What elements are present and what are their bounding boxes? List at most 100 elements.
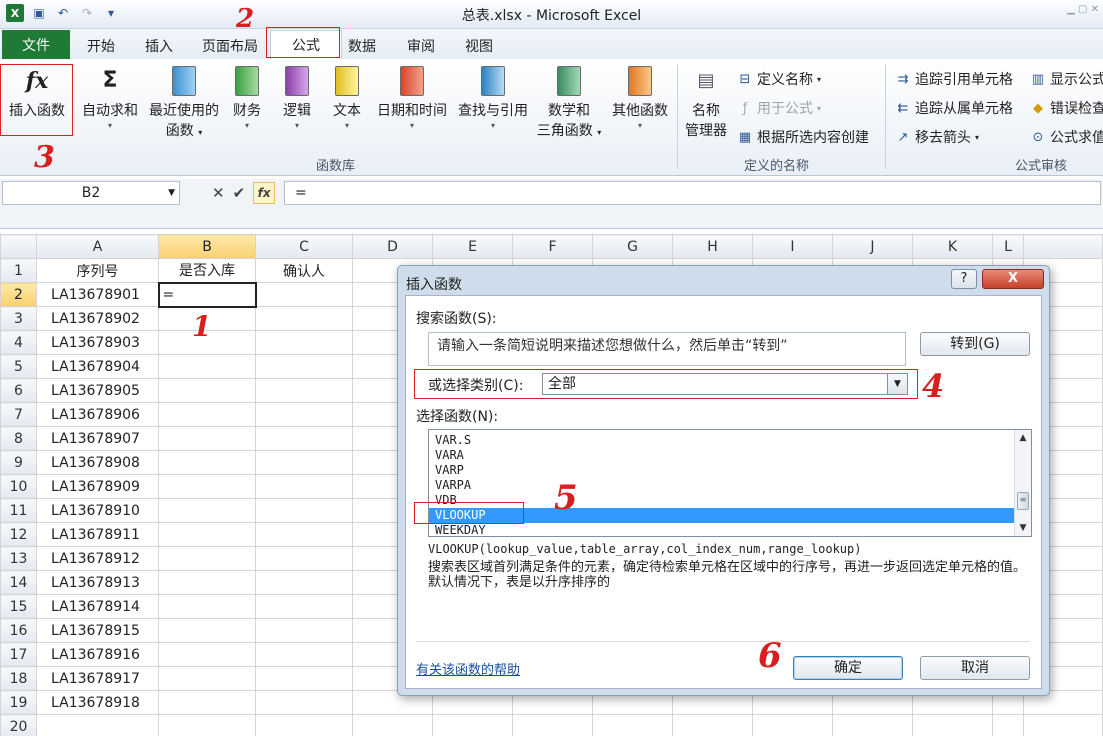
- formula-input[interactable]: =: [284, 181, 1101, 205]
- cell[interactable]: [158, 666, 256, 691]
- row-header[interactable]: 20: [0, 714, 37, 736]
- cell[interactable]: [158, 714, 256, 736]
- cell[interactable]: [255, 426, 353, 451]
- cell[interactable]: LA13678913: [36, 570, 159, 595]
- cell[interactable]: [158, 570, 256, 595]
- row-header[interactable]: 19: [0, 690, 37, 715]
- cell[interactable]: [992, 714, 1024, 736]
- cell[interactable]: [255, 666, 353, 691]
- recently-used-button[interactable]: 最近使用的 函数 ▾: [144, 65, 224, 143]
- logical-button[interactable]: 逻辑 ▾: [276, 65, 318, 131]
- confirm-icon[interactable]: ✔: [233, 184, 246, 202]
- cell[interactable]: [255, 306, 353, 331]
- use-in-formula-button[interactable]: ƒ 用于公式 ▾: [737, 98, 821, 118]
- cell[interactable]: LA13678905: [36, 378, 159, 403]
- function-help-link[interactable]: 有关该函数的帮助: [416, 659, 520, 678]
- column-header-i[interactable]: I: [752, 234, 833, 259]
- trace-dependents-button[interactable]: ⇇ 追踪从属单元格: [895, 98, 1013, 118]
- list-item[interactable]: WEEKDAY: [429, 523, 1031, 536]
- cell[interactable]: [255, 474, 353, 499]
- cell[interactable]: [255, 546, 353, 571]
- cell[interactable]: LA13678911: [36, 522, 159, 547]
- cell[interactable]: [158, 450, 256, 475]
- list-item[interactable]: VARP: [429, 463, 1031, 478]
- cell[interactable]: LA13678918: [36, 690, 159, 715]
- row-header[interactable]: 18: [0, 666, 37, 691]
- cell[interactable]: [255, 594, 353, 619]
- cell[interactable]: LA13678916: [36, 642, 159, 667]
- tab-page-layout[interactable]: 页面布局: [202, 36, 258, 56]
- row-header[interactable]: 9: [0, 450, 37, 475]
- column-header-d[interactable]: D: [352, 234, 433, 259]
- cell[interactable]: LA13678917: [36, 666, 159, 691]
- cell[interactable]: LA13678903: [36, 330, 159, 355]
- row-header[interactable]: 17: [0, 642, 37, 667]
- row-header[interactable]: 11: [0, 498, 37, 523]
- column-header-c[interactable]: C: [255, 234, 353, 259]
- math-trig-button[interactable]: 数学和 三角函数 ▾: [534, 65, 604, 143]
- cell[interactable]: [672, 714, 753, 736]
- cell[interactable]: [158, 426, 256, 451]
- autosum-button[interactable]: Σ 自动求和 ▾: [78, 65, 142, 131]
- cell[interactable]: LA13678912: [36, 546, 159, 571]
- cell[interactable]: [352, 714, 433, 736]
- cell[interactable]: [158, 354, 256, 379]
- row-header[interactable]: 12: [0, 522, 37, 547]
- column-header-e[interactable]: E: [432, 234, 513, 259]
- cell[interactable]: [512, 714, 593, 736]
- tab-file[interactable]: 文件: [2, 30, 70, 59]
- cell[interactable]: LA13678909: [36, 474, 159, 499]
- insert-function-fx-button[interactable]: fx: [253, 182, 276, 204]
- cell[interactable]: [832, 714, 913, 736]
- cancel-icon[interactable]: ✕: [212, 184, 225, 202]
- cell[interactable]: [158, 402, 256, 427]
- column-header-h[interactable]: H: [672, 234, 753, 259]
- cell[interactable]: [255, 354, 353, 379]
- cell[interactable]: [158, 546, 256, 571]
- cell[interactable]: [158, 474, 256, 499]
- more-functions-button[interactable]: 其他函数 ▾: [607, 65, 673, 131]
- cell[interactable]: [255, 450, 353, 475]
- cell[interactable]: [255, 642, 353, 667]
- cell[interactable]: [158, 618, 256, 643]
- text-function-button[interactable]: 文本 ▾: [326, 65, 368, 131]
- financial-button[interactable]: 财务 ▾: [226, 65, 268, 131]
- row-header[interactable]: 13: [0, 546, 37, 571]
- cell[interactable]: [255, 402, 353, 427]
- cell[interactable]: [255, 378, 353, 403]
- column-header-a[interactable]: A: [36, 234, 159, 259]
- cell[interactable]: 是否入库: [158, 258, 256, 283]
- cell[interactable]: LA13678908: [36, 450, 159, 475]
- cell[interactable]: [255, 522, 353, 547]
- column-header-l[interactable]: L: [992, 234, 1024, 259]
- evaluate-formula-button[interactable]: ⊙ 公式求值: [1030, 127, 1103, 147]
- cell[interactable]: LA13678915: [36, 618, 159, 643]
- remove-arrows-button[interactable]: ↗ 移去箭头 ▾: [895, 127, 979, 147]
- cell[interactable]: [158, 642, 256, 667]
- lookup-reference-button[interactable]: 查找与引用 ▾: [453, 65, 533, 131]
- tab-data[interactable]: 数据: [348, 36, 376, 56]
- select-all-corner[interactable]: [0, 234, 37, 259]
- cell[interactable]: LA13678910: [36, 498, 159, 523]
- cell[interactable]: [592, 714, 673, 736]
- cell[interactable]: LA13678901: [36, 282, 159, 307]
- row-header[interactable]: 4: [0, 330, 37, 355]
- cell[interactable]: [255, 570, 353, 595]
- search-input[interactable]: 请输入一条简短说明来描述您想做什么，然后单击“转到”: [428, 332, 906, 366]
- row-header[interactable]: 2: [0, 282, 37, 307]
- name-box[interactable]: B2 ▼: [2, 181, 180, 205]
- cell[interactable]: [255, 714, 353, 736]
- cell[interactable]: 序列号: [36, 258, 159, 283]
- column-header-k[interactable]: K: [912, 234, 993, 259]
- row-header[interactable]: 7: [0, 402, 37, 427]
- trace-precedents-button[interactable]: ⇉ 追踪引用单元格: [895, 69, 1013, 89]
- cell[interactable]: [255, 330, 353, 355]
- list-item[interactable]: VARA: [429, 448, 1031, 463]
- row-header[interactable]: 16: [0, 618, 37, 643]
- cell[interactable]: LA13678906: [36, 402, 159, 427]
- row-header[interactable]: 3: [0, 306, 37, 331]
- cell[interactable]: [912, 714, 993, 736]
- column-header-b[interactable]: B: [158, 234, 256, 259]
- cell[interactable]: [255, 498, 353, 523]
- column-header-j[interactable]: J: [832, 234, 913, 259]
